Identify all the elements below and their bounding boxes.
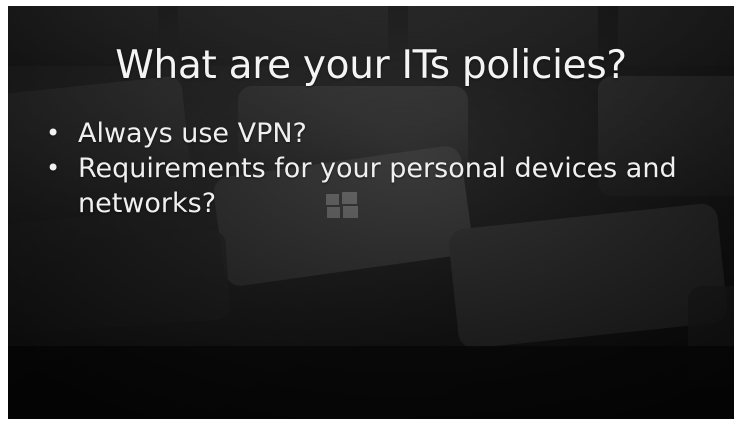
bullet-list: • Always use VPN? • Requirements for you… bbox=[38, 116, 728, 221]
bullet-item: • Requirements for your personal devices… bbox=[38, 151, 728, 221]
bullet-icon: • bbox=[46, 119, 61, 147]
bullet-item: • Always use VPN? bbox=[38, 116, 728, 151]
bullet-icon: • bbox=[46, 154, 61, 182]
slide-title: What are your ITs policies? bbox=[115, 43, 627, 88]
bullet-text: Always use VPN? bbox=[78, 118, 307, 149]
bullet-text: Requirements for your personal devices a… bbox=[78, 153, 677, 219]
slide-frame: What are your ITs policies? • Always use… bbox=[8, 6, 734, 419]
